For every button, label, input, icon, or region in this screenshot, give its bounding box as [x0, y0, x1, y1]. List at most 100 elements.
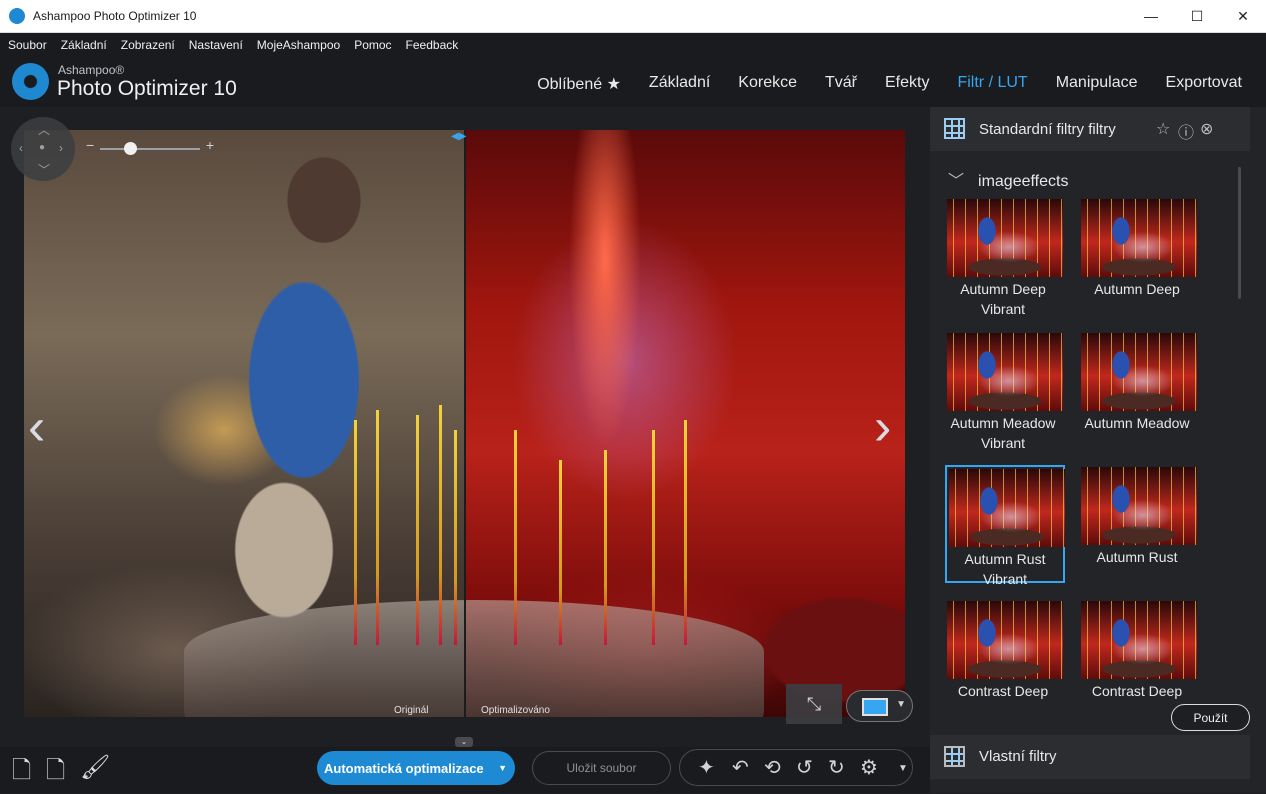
zoom-out-icon[interactable]: − [86, 137, 94, 153]
filter-thumb[interactable]: Autumn Rust [1079, 465, 1199, 583]
filter-preview [1081, 601, 1197, 679]
tab-oblibene[interactable]: Oblíbené ★ [537, 74, 621, 94]
filter-thumb[interactable]: Autumn Deep Vibrant [945, 197, 1065, 317]
split-view-icon[interactable] [862, 698, 888, 716]
tab-manipulace[interactable]: Manipulace [1056, 74, 1138, 94]
filter-preview [949, 469, 1065, 547]
incense-stick [454, 430, 457, 645]
chevron-down-icon[interactable]: ▼ [898, 763, 908, 774]
save-file-button[interactable]: Uložit soubor [532, 751, 671, 785]
star-icon[interactable]: ☆ [1156, 119, 1170, 139]
tab-efekty[interactable]: Efekty [885, 74, 929, 94]
image-viewer: Originál Optimalizováno ︿ ﹀ ‹ › ● − + ◀▶… [0, 107, 930, 747]
menu-soubor[interactable]: Soubor [8, 38, 47, 52]
comparison-photo[interactable]: Originál Optimalizováno [24, 130, 905, 717]
panel-scrollbar[interactable] [1238, 167, 1241, 299]
optimized-label: Optimalizováno [481, 705, 550, 716]
pan-right-icon[interactable]: › [59, 141, 63, 155]
zoom-handle[interactable] [124, 142, 137, 155]
menu-nastaveni[interactable]: Nastavení [189, 38, 243, 52]
compare-split-line[interactable] [464, 130, 466, 717]
incense-stick [376, 410, 379, 645]
tab-zakladni[interactable]: Základní [649, 74, 710, 94]
filter-preview [1081, 333, 1197, 411]
chevron-down-icon[interactable]: ▼ [498, 763, 507, 773]
tab-korekce[interactable]: Korekce [738, 74, 797, 94]
filter-thumb[interactable]: Autumn Deep [1079, 197, 1199, 315]
section-imageeffects[interactable]: ﹀ imageeffects [948, 167, 1068, 191]
close-button[interactable]: ✕ [1220, 0, 1266, 32]
pan-navigator[interactable]: ︿ ﹀ ‹ › ● [11, 117, 75, 181]
filter-thumb[interactable]: Contrast Deep [945, 599, 1065, 717]
filter-preview [1081, 467, 1197, 545]
incense-stick [559, 460, 562, 645]
incense-stick [604, 450, 607, 645]
brand-product: Photo Optimizer 10 [57, 77, 237, 100]
filter-label: Contrast Deep [957, 683, 1049, 699]
edit-tools-group: ✦ ↶ ⟲ ↺ ↻ ⚙ ▼ [679, 749, 913, 786]
rotate-left-icon[interactable]: ↺ [796, 755, 813, 780]
bottom-toolbar: 🗋 🗋 🖌 Automatická optimalizace ▼ Uložit … [0, 747, 930, 793]
pan-up-icon[interactable]: ︿ [38, 121, 50, 138]
filter-label: Contrast Deep [1091, 683, 1183, 699]
minimize-button[interactable]: — [1128, 0, 1174, 32]
filter-thumb[interactable]: Autumn Meadow [1079, 331, 1199, 449]
add-file-icon[interactable]: 🗋 [12, 753, 31, 794]
chevron-down-icon[interactable]: ﹀ [948, 167, 964, 191]
grid-icon [944, 118, 965, 139]
magic-wand-icon[interactable]: ✦ [698, 755, 715, 780]
app-header: Ashampoo® Photo Optimizer 10 Oblíbené ★ … [0, 57, 1266, 107]
menu-pomoc[interactable]: Pomoc [354, 38, 391, 52]
apply-button[interactable]: Použít [1171, 704, 1250, 731]
menu-bar: Soubor Základní Zobrazení Nastavení Moje… [0, 33, 1266, 57]
clear-brush-icon[interactable]: 🖌 [80, 753, 110, 782]
previous-image-arrow-icon[interactable]: ‹ [28, 397, 45, 457]
split-handle-arrows-icon[interactable]: ◀▶ [451, 131, 466, 142]
menu-zakladni[interactable]: Základní [61, 38, 107, 52]
filter-preview [947, 333, 1063, 411]
pan-left-icon[interactable]: ‹ [19, 141, 23, 155]
rotate-right-icon[interactable]: ↻ [828, 755, 845, 780]
filter-label: Autumn Rust [1096, 549, 1178, 565]
add-folder-icon[interactable]: 🗋 [46, 753, 65, 794]
custom-filters-header[interactable]: Vlastní filtry [930, 735, 1250, 779]
tab-exportovat[interactable]: Exportovat [1166, 74, 1242, 94]
help-icon[interactable]: ⓘ [1178, 119, 1194, 143]
maximize-button[interactable]: ☐ [1174, 0, 1220, 32]
close-circle-icon[interactable]: ⊗ [1200, 119, 1213, 139]
filter-preview [947, 601, 1063, 679]
undo-icon[interactable]: ↶ [732, 755, 749, 780]
chevron-down-icon[interactable]: ▼ [896, 699, 906, 710]
undo-all-icon[interactable]: ⟲ [764, 755, 781, 780]
pan-down-icon[interactable]: ﹀ [38, 161, 50, 178]
window-titlebar: Ashampoo Photo Optimizer 10 — ☐ ✕ [0, 0, 1266, 33]
tab-tvar[interactable]: Tvář [825, 74, 857, 94]
filter-preview [947, 199, 1063, 277]
filter-thumb[interactable]: Contrast Deep [1079, 599, 1199, 717]
grid-icon [944, 746, 965, 767]
next-image-arrow-icon[interactable]: › [874, 397, 891, 457]
zoom-slider[interactable]: − + [86, 137, 214, 155]
incense-stick [652, 430, 655, 645]
filter-thumb[interactable]: Autumn Meadow Vibrant [945, 331, 1065, 451]
menu-feedback[interactable]: Feedback [406, 38, 459, 52]
window-title: Ashampoo Photo Optimizer 10 [33, 9, 197, 23]
pan-center-icon[interactable]: ● [39, 142, 45, 153]
collapse-toolbar-icon[interactable]: ⌄ [455, 737, 473, 747]
fit-view-icon[interactable]: ⤡ [786, 684, 842, 724]
view-mode-selector[interactable]: ▼ [846, 690, 913, 722]
auto-optimize-button[interactable]: Automatická optimalizace ▼ [317, 751, 515, 785]
panel-title: Standardní filtry filtry [979, 121, 1116, 138]
menu-mojeashampoo[interactable]: MojeAshampoo [257, 38, 340, 52]
gear-icon[interactable]: ⚙ [860, 755, 878, 780]
tab-filtr-lut[interactable]: Filtr / LUT [957, 74, 1027, 94]
filter-label: Autumn Deep [1094, 281, 1180, 297]
zoom-in-icon[interactable]: + [206, 137, 214, 153]
aperture-logo-icon [12, 63, 49, 100]
filter-label: Autumn Meadow Vibrant [950, 415, 1056, 451]
menu-zobrazeni[interactable]: Zobrazení [121, 38, 175, 52]
zoom-track[interactable] [100, 148, 200, 150]
filter-thumb-selected[interactable]: Autumn Rust Vibrant [945, 465, 1065, 587]
original-label: Originál [394, 705, 429, 716]
filter-label: Autumn Rust Vibrant [964, 551, 1046, 587]
